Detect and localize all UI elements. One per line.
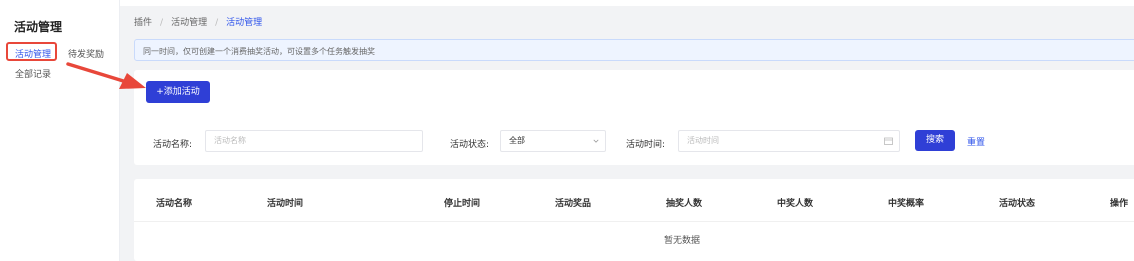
- activity-table: 活动名称 活动时间 停止时间 活动奖品 抽奖人数 中奖人数 中奖概率 活动状态 …: [134, 179, 1134, 261]
- sidebar-title: 活动管理: [14, 20, 63, 34]
- add-activity-button[interactable]: +添加活动: [146, 81, 210, 103]
- activity-name-input[interactable]: 活动名称: [205, 130, 423, 152]
- activity-time-placeholder: 活动时间: [687, 136, 719, 145]
- column-header-prize: 活动奖品: [555, 199, 592, 209]
- column-header-draw-count: 抽奖人数: [666, 199, 703, 209]
- notice-banner: 同一时间，仅可创建一个消费抽奖活动，可设置多个任务触发抽奖: [134, 39, 1134, 61]
- filter-card: +添加活动 活动名称: 活动名称 活动状态: 全部 活动时间: 活动时间 搜索 …: [134, 70, 1134, 165]
- sidebar-item-pending-rewards[interactable]: 待发奖励: [68, 47, 104, 60]
- sidebar: 活动管理 活动管理 待发奖励 全部记录: [0, 0, 120, 261]
- column-header-winner-count: 中奖人数: [777, 199, 814, 209]
- breadcrumb-item-activity[interactable]: 活动管理: [171, 18, 207, 28]
- breadcrumb-separator: /: [215, 18, 219, 28]
- column-header-name: 活动名称: [156, 199, 193, 209]
- sidebar-item-activity-management[interactable]: 活动管理: [15, 47, 51, 60]
- activity-name-label: 活动名称:: [153, 140, 193, 150]
- reset-button[interactable]: 重置: [967, 135, 985, 148]
- column-header-win-rate: 中奖概率: [888, 199, 925, 209]
- activity-status-label: 活动状态:: [450, 140, 490, 150]
- column-header-time: 活动时间: [267, 199, 304, 209]
- activity-status-select[interactable]: 全部: [500, 130, 606, 152]
- empty-state: 暂无数据: [664, 236, 701, 246]
- breadcrumb-item-current: 活动管理: [226, 18, 263, 28]
- column-header-actions: 操作: [1110, 199, 1129, 209]
- activity-status-value: 全部: [509, 136, 525, 145]
- column-header-stop-time: 停止时间: [444, 199, 481, 209]
- breadcrumb-separator: /: [160, 18, 164, 28]
- table-header-divider: [134, 221, 1134, 222]
- column-header-status: 活动状态: [999, 199, 1036, 209]
- breadcrumb-item-plugin[interactable]: 插件: [134, 18, 152, 28]
- breadcrumb: 插件 / 活动管理 / 活动管理: [134, 15, 262, 28]
- sidebar-item-all-records[interactable]: 全部记录: [15, 67, 51, 80]
- calendar-icon: [884, 137, 893, 145]
- search-button[interactable]: 搜索: [915, 130, 955, 151]
- main-content: 插件 / 活动管理 / 活动管理 同一时间，仅可创建一个消费抽奖活动，可设置多个任务触发…: [121, 0, 1134, 261]
- activity-time-picker[interactable]: 活动时间: [678, 130, 900, 152]
- chevron-down-icon: [593, 139, 599, 143]
- activity-time-label: 活动时间:: [626, 140, 666, 150]
